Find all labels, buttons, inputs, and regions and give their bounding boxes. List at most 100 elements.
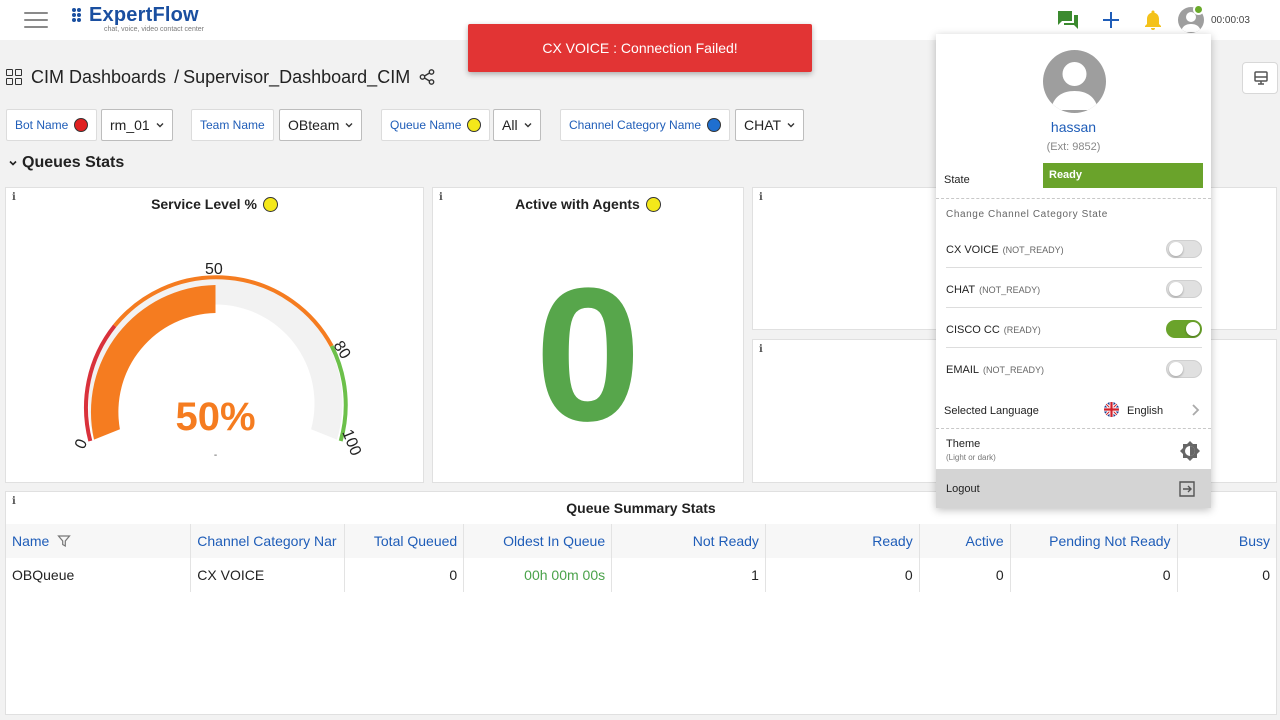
filter-channel-category[interactable]: Channel Category Name [560, 109, 731, 141]
info-icon[interactable]: i [759, 192, 763, 203]
column-header-pending-not-ready[interactable]: Pending Not Ready [1010, 524, 1178, 558]
filter-queue-name[interactable]: Queue Name [381, 109, 491, 141]
breadcrumb-separator: / [174, 66, 180, 87]
logo-tagline: chat, voice, video contact center [104, 26, 204, 33]
profile-extension: (Ext: 9852) [1046, 141, 1101, 153]
chat-icon[interactable] [1056, 8, 1080, 32]
channel-name: CHAT [946, 284, 976, 296]
menu-icon[interactable] [24, 12, 48, 30]
active-agents-title: Active with Agents [433, 196, 743, 212]
chevron-down-icon [524, 123, 532, 128]
queue-status-dot [467, 118, 482, 132]
cell-channel-category: CX VOICE [190, 558, 346, 592]
language-selector[interactable]: Selected Language English [944, 396, 1204, 426]
profile-username: hassan [1050, 119, 1097, 135]
profile-avatar [1043, 50, 1106, 113]
channel-state: (NOT_READY) [1002, 245, 1064, 255]
column-header-oldest-in-queue[interactable]: Oldest In Queue [463, 524, 613, 558]
share-icon[interactable] [419, 69, 435, 85]
cisco-cc-toggle[interactable] [1166, 320, 1202, 338]
filter-icon[interactable] [57, 534, 72, 548]
gauge-footer: - [214, 450, 217, 461]
chevron-down-icon [9, 160, 17, 166]
cell-ready: 0 [765, 558, 920, 592]
chat-toggle[interactable] [1166, 280, 1202, 298]
team-select[interactable]: OBteam [279, 109, 363, 141]
bot-status-dot [74, 118, 89, 132]
breadcrumb-root[interactable]: CIM Dashboards [31, 67, 166, 88]
uk-flag-icon [1104, 402, 1119, 417]
active-agents-title-text: Active with Agents [515, 196, 640, 212]
gauge-tick-100: 100 [338, 427, 364, 458]
gauge-tick-50: 50 [205, 261, 223, 278]
bot-select[interactable]: rm_01 [101, 109, 173, 141]
monitor-button[interactable] [1242, 62, 1278, 94]
channel-state: (READY) [1003, 325, 1041, 335]
chevron-down-icon [156, 123, 164, 128]
logout-label: Logout [946, 483, 980, 495]
chevron-down-icon [787, 123, 795, 128]
language-label: Selected Language [944, 405, 1039, 417]
channel-name: EMAIL [946, 364, 980, 376]
info-icon[interactable]: i [759, 344, 763, 355]
email-toggle[interactable] [1166, 360, 1202, 378]
cell-total-queued: 0 [344, 558, 465, 592]
brightness-icon [1180, 441, 1200, 461]
queue-summary-table: Name Channel Category Nar Total Queued O… [6, 524, 1276, 592]
filter-channel-label: Channel Category Name [569, 118, 702, 132]
logout-button[interactable]: Logout [936, 469, 1211, 508]
bot-select-value: rm_01 [110, 117, 150, 133]
status-dot [1193, 4, 1204, 15]
logo-text: ExpertFlow [89, 4, 199, 26]
user-icon [1051, 62, 1098, 110]
column-header-ready[interactable]: Ready [765, 524, 920, 558]
bell-icon[interactable] [1141, 8, 1165, 32]
section-title: Queues Stats [22, 154, 125, 171]
theme-label: Theme [946, 438, 981, 450]
channel-state: (NOT_READY) [979, 285, 1041, 295]
channel-state: (NOT_READY) [983, 365, 1045, 375]
channel-row-cx-voice: CX VOICE (NOT_READY) [946, 228, 1202, 268]
breadcrumb-current: Supervisor_Dashboard_CIM [183, 66, 411, 87]
state-ready-button[interactable]: Ready [1043, 163, 1203, 188]
monitor-icon [1254, 71, 1268, 85]
column-header-busy[interactable]: Busy [1177, 524, 1276, 558]
column-header-active[interactable]: Active [919, 524, 1011, 558]
cell-oldest-in-queue: 00h 00m 00s [463, 558, 613, 592]
queue-select[interactable]: All [493, 109, 541, 141]
column-header-label: Name [12, 533, 50, 549]
theme-toggle[interactable]: Theme (Light or dark) [946, 434, 1202, 468]
channel-row-cisco-cc: CISCO CC (READY) [946, 308, 1202, 348]
table-header-row: Name Channel Category Nar Total Queued O… [6, 524, 1276, 558]
cell-name: OBQueue [6, 558, 192, 592]
state-label: State [944, 174, 970, 186]
cell-not-ready: 1 [611, 558, 766, 592]
filter-team-label: Team Name [200, 118, 265, 132]
filter-team-name[interactable]: Team Name [191, 109, 274, 141]
error-toast[interactable]: CX VOICE : Connection Failed! [468, 24, 812, 72]
plus-icon[interactable] [1099, 8, 1123, 32]
active-agents-card: i Active with Agents 0 [432, 187, 744, 483]
channel-row-chat: CHAT (NOT_READY) [946, 268, 1202, 308]
channel-row-email: EMAIL (NOT_READY) [946, 348, 1202, 388]
service-level-card: i Service Level % 0 50 80 100 50% - [5, 187, 424, 483]
session-timer: 00:00:03 [1211, 15, 1250, 26]
table-row[interactable]: OBQueue CX VOICE 0 00h 00m 00s 1 0 0 0 0 [6, 558, 1276, 592]
language-value: English [1127, 405, 1164, 417]
channel-select[interactable]: CHAT [735, 109, 805, 141]
filter-bot-name[interactable]: Bot Name [6, 109, 98, 141]
column-header-name[interactable]: Name [6, 524, 192, 558]
column-header-total-queued[interactable]: Total Queued [344, 524, 465, 558]
queue-summary-card: i Queue Summary Stats Name Channel Categ… [5, 491, 1277, 715]
profile-dropdown: hassan (Ext: 9852) State Ready Change Ch… [936, 34, 1211, 508]
breadcrumb: CIM Dashboards / Supervisor_Dashboard_CI… [6, 64, 435, 90]
cell-pending-not-ready: 0 [1010, 558, 1178, 592]
queues-stats-toggle[interactable]: Queues Stats [8, 154, 124, 172]
column-header-not-ready[interactable]: Not Ready [611, 524, 766, 558]
column-header-channel-category[interactable]: Channel Category Nar [190, 524, 346, 558]
filter-bot-label: Bot Name [15, 118, 69, 132]
divider [936, 198, 1211, 199]
logo-dots-icon [72, 8, 86, 22]
theme-sublabel: (Light or dark) [946, 453, 996, 462]
cx-voice-toggle[interactable] [1166, 240, 1202, 258]
